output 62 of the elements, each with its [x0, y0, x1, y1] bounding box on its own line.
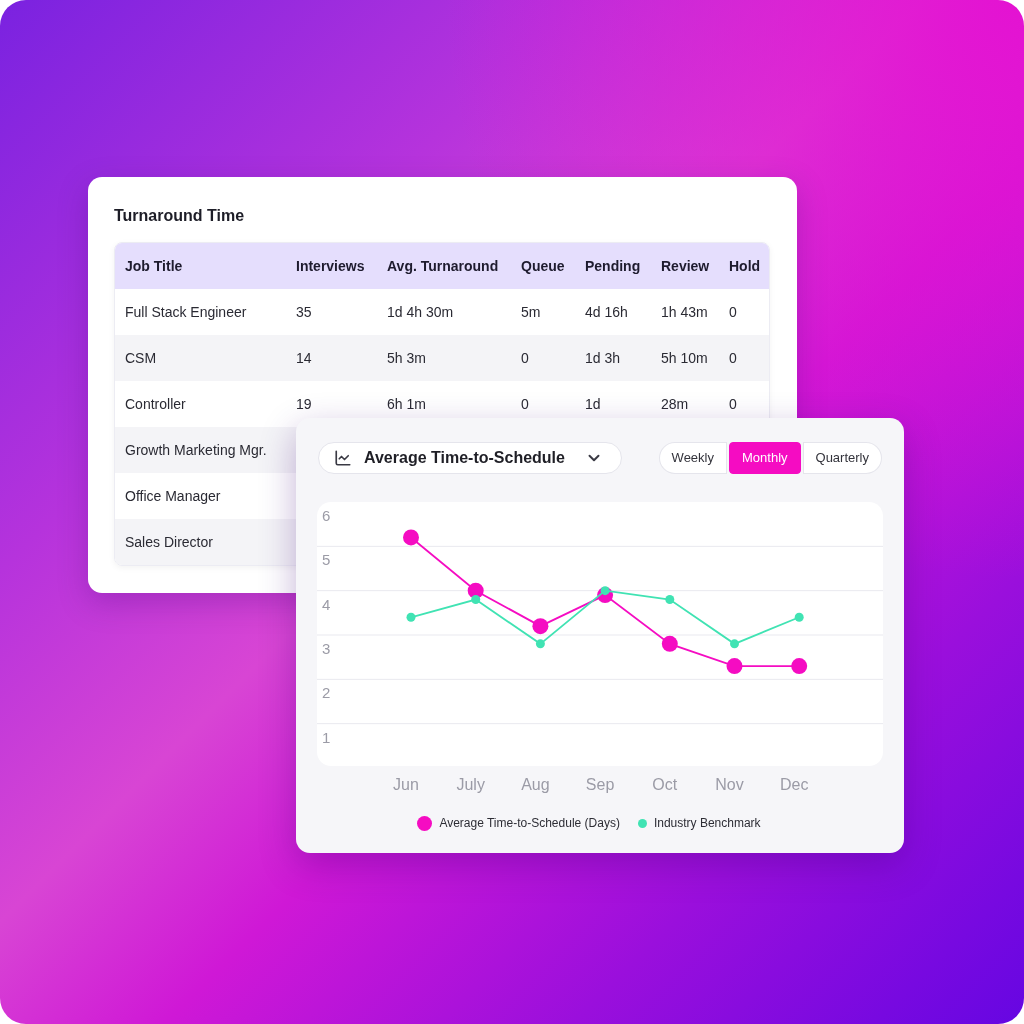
x-axis-label: Dec	[779, 776, 809, 794]
table-cell-text: 0	[521, 394, 530, 414]
y-axis-label: 1	[322, 728, 331, 746]
table-cell-text: Growth Marketing Mgr.	[125, 440, 268, 460]
table-cell-text: Full Stack Engineer	[125, 302, 248, 322]
table-cell-text: Controller	[125, 394, 187, 414]
data-point	[406, 612, 416, 622]
column-header: Interviews	[296, 256, 366, 276]
table-cell-text: Office Manager	[125, 486, 222, 506]
y-axis-label: 2	[322, 684, 331, 702]
data-point	[403, 529, 419, 546]
column-header: Job Title	[125, 256, 184, 276]
period-tab[interactable]: Quarterly	[802, 442, 882, 474]
table-cell-text: 4d 16h	[585, 302, 629, 322]
table-cell-text: CSM	[125, 348, 158, 368]
y-axis-label: 3	[322, 639, 331, 657]
table-cell-text: 0	[729, 348, 738, 368]
data-point	[661, 635, 678, 652]
table-cell-text: 0	[521, 348, 530, 368]
table-cell-text: 14	[296, 348, 313, 368]
x-axis-label: Sep	[585, 776, 615, 794]
column-header: Hold	[729, 256, 762, 276]
table-cell-text: 5m	[521, 302, 542, 322]
table-cell-text: 35	[296, 302, 313, 322]
y-axis-label: 5	[322, 551, 331, 569]
column-header: Queue	[521, 256, 566, 276]
column-header: Pending	[585, 256, 642, 276]
y-axis-label: 4	[322, 595, 331, 613]
table-cell-text: 0	[729, 394, 738, 414]
data-point	[665, 595, 675, 605]
table-cell-text: 1h 43m	[661, 302, 709, 322]
period-tab[interactable]: Weekly	[658, 442, 727, 474]
y-axis-label: 6	[322, 506, 331, 524]
x-axis-label: July	[456, 776, 485, 794]
table-cell-text: 0	[729, 302, 738, 322]
data-point	[532, 618, 549, 635]
table-cell-text: Sales Director	[125, 532, 214, 552]
x-axis-label: Aug	[521, 776, 550, 794]
x-axis-label: Nov	[715, 776, 744, 794]
data-point	[730, 639, 739, 649]
period-tab[interactable]: Monthly	[729, 442, 801, 474]
table-cell-text: 5h 3m	[387, 348, 427, 368]
chart-line-icon	[334, 449, 352, 467]
data-point	[791, 658, 808, 675]
card-title: Turnaround Time	[114, 206, 246, 226]
table-cell-text: 1d	[585, 394, 602, 414]
x-axis-label: Jun	[393, 776, 419, 794]
data-point	[535, 639, 545, 649]
legend-label: Industry Benchmark	[653, 815, 761, 832]
column-header: Avg. Turnaround	[387, 256, 500, 276]
table-cell-text: 1d 4h 30m	[387, 302, 455, 322]
column-header: Review	[661, 256, 711, 276]
data-point	[726, 658, 743, 675]
metric-dropdown[interactable]: Average Time-to-Schedule	[318, 442, 622, 474]
x-axis-label: Oct	[652, 776, 678, 794]
table-cell-text: 28m	[661, 394, 690, 414]
table-cell-text: 5h 10m	[661, 348, 709, 368]
table-cell-text: 6h 1m	[387, 394, 427, 414]
data-point	[794, 612, 804, 622]
legend-label: Average Time-to-Schedule (Days)	[439, 815, 620, 832]
table-cell-text: 19	[296, 394, 313, 414]
table-cell-text: 1d 3h	[585, 348, 622, 368]
